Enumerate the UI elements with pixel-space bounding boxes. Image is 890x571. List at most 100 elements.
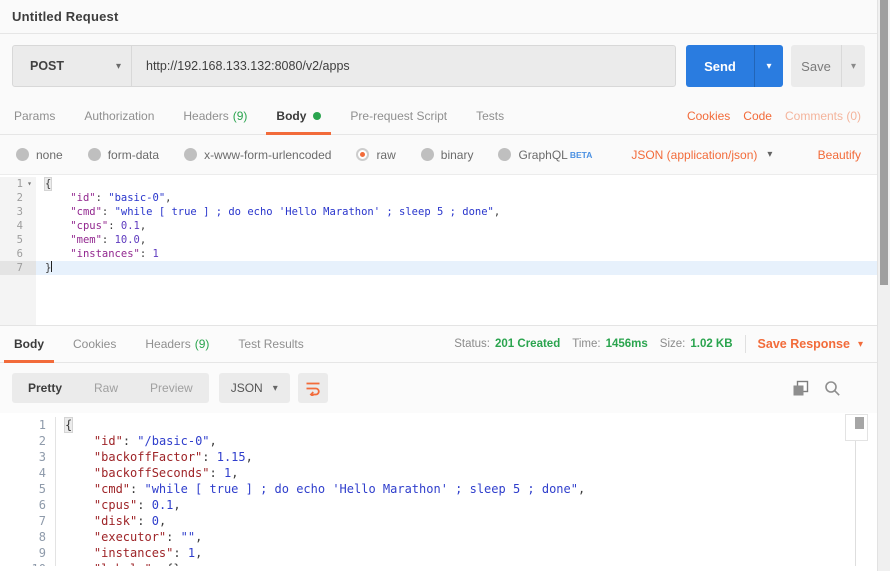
status-label: Status:	[454, 338, 490, 350]
beta-badge: BETA	[570, 150, 593, 160]
copy-button[interactable]	[792, 380, 809, 397]
radio-selected-dot	[360, 152, 365, 157]
body-content-dot-icon	[313, 112, 321, 120]
chevron-down-icon	[767, 149, 772, 160]
bodytype-graphql[interactable]: GraphQLBETA	[498, 148, 592, 162]
code-text: "backoffSeconds": 1,	[56, 465, 877, 481]
response-tab-headers[interactable]: Headers(9)	[135, 326, 219, 362]
search-icon	[824, 380, 841, 397]
wrap-text-button[interactable]	[298, 373, 328, 403]
tab-authorization[interactable]: Authorization	[74, 98, 164, 134]
tab-params[interactable]: Params	[4, 98, 65, 134]
window-scrollbar-thumb[interactable]	[880, 0, 888, 285]
code-text: "cmd": "while [ true ] ; do echo 'Hello …	[56, 481, 877, 497]
line-number: 2	[0, 191, 36, 205]
save-response-label: Save Response	[758, 337, 850, 351]
code-line: 4 "cpus": 0.1,	[0, 219, 877, 233]
bodytype-label-none: none	[36, 148, 63, 162]
url-input[interactable]: http://192.168.133.132:8080/v2/apps	[132, 46, 675, 86]
time-label: Time:	[572, 338, 600, 350]
view-preview[interactable]: Preview	[134, 373, 209, 403]
line-number: 9	[0, 545, 56, 561]
tab-body[interactable]: Body	[266, 98, 331, 134]
toolbar-icons	[792, 380, 865, 397]
bodytype-label-binary: binary	[441, 148, 474, 162]
body-type-options: none form-data x-www-form-urlencoded raw bin…	[16, 148, 617, 162]
code-text: "cmd": "while [ true ] ; do echo 'Hello …	[36, 205, 877, 219]
chevron-down-icon	[116, 61, 121, 72]
size-label: Size:	[660, 338, 686, 350]
radio-icon	[356, 148, 369, 161]
response-header: Body CookiesHeaders(9) Test Results Status…	[0, 326, 877, 363]
response-tab-test-results[interactable]: Test Results	[228, 326, 313, 362]
code-text: "cpus": 0.1,	[56, 497, 877, 513]
bodytype-label-form-data: form-data	[108, 148, 159, 162]
editor-gutter-filler	[0, 275, 877, 326]
response-tab-label-test-results: Test Results	[238, 337, 303, 351]
tab-pre-request-script[interactable]: Pre-request Script	[340, 98, 457, 134]
code-text: "id": "/basic-0",	[56, 433, 877, 449]
chevron-down-icon	[858, 339, 863, 350]
bodytype-binary[interactable]: binary	[421, 148, 474, 162]
request-body-editor[interactable]: 1▾{2 "id": "basic-0",3 "cmd": "while [ t…	[0, 175, 877, 326]
bodytype-x-www-form-urlencoded[interactable]: x-www-form-urlencoded	[184, 148, 331, 162]
code-line: 2 "id": "basic-0",	[0, 191, 877, 205]
method-select[interactable]: POST	[13, 46, 131, 86]
code-text: "instances": 1	[36, 247, 877, 261]
response-tab-label-headers: Headers	[145, 337, 190, 351]
radio-icon	[88, 148, 101, 161]
beautify-link[interactable]: Beautify	[818, 148, 861, 162]
bodytype-none[interactable]: none	[16, 148, 63, 162]
cookies-link[interactable]: Cookies	[687, 109, 730, 123]
line-number: 7	[0, 261, 36, 275]
code-text: "instances": 1,	[56, 545, 877, 561]
line-number: 4	[0, 219, 36, 233]
title-bar: Untitled Request	[0, 0, 877, 34]
tab-headers[interactable]: Headers (9)	[173, 98, 257, 134]
code-line: 6 "instances": 1	[0, 247, 877, 261]
line-number: 1	[0, 417, 56, 433]
comments-link[interactable]: Comments (0)	[785, 109, 861, 123]
code-line: 1▾{	[0, 177, 877, 191]
response-tab-cookies[interactable]: Cookies	[63, 326, 126, 362]
response-status-bar: Status: 201 Created Time: 1456ms Size: 1…	[454, 326, 877, 362]
headers-count-badge: (9)	[233, 109, 248, 123]
bodytype-form-data[interactable]: form-data	[88, 148, 159, 162]
fold-caret-icon[interactable]: ▾	[23, 177, 36, 191]
request-tabs-list: Params Authorization Headers (9) BodyPre-req…	[4, 98, 523, 134]
line-number: 10	[0, 561, 56, 566]
bodytype-raw[interactable]: raw	[356, 148, 395, 162]
view-raw[interactable]: Raw	[78, 373, 134, 403]
save-dropdown-button[interactable]	[841, 45, 865, 87]
save-response-button[interactable]: Save Response	[758, 337, 863, 351]
code-line: 5 "mem": 10.0,	[0, 233, 877, 247]
send-dropdown-button[interactable]	[754, 45, 783, 87]
response-tab-label-body: Body	[14, 337, 44, 351]
code-text: "executor": "",	[56, 529, 877, 545]
code-text: "mem": 10.0,	[36, 233, 877, 247]
save-button[interactable]: Save	[791, 45, 841, 87]
search-button[interactable]	[824, 380, 841, 397]
view-pretty[interactable]: Pretty	[12, 373, 78, 403]
send-button[interactable]: Send	[686, 45, 754, 87]
request-url-bar: POST http://192.168.133.132:8080/v2/apps…	[0, 34, 877, 98]
tab-label-params: Params	[14, 109, 55, 123]
size-value: 1.02 KB	[690, 338, 732, 350]
tab-label-headers: Headers	[183, 109, 228, 123]
code-text: "disk": 0,	[56, 513, 877, 529]
editor-scrollbar-thumb[interactable]	[855, 417, 864, 429]
response-view-toolbar: PrettyRawPreview JSON	[0, 363, 877, 413]
line-number: 8	[0, 529, 56, 545]
format-select[interactable]: JSON	[219, 373, 290, 403]
content-type-value: JSON (application/json)	[631, 148, 757, 162]
content-type-select[interactable]: JSON (application/json)	[631, 148, 772, 162]
response-tab-body[interactable]: Body	[4, 326, 54, 362]
divider	[745, 335, 746, 353]
code-text: "backoffFactor": 1.15,	[56, 449, 877, 465]
tab-tests[interactable]: Tests	[466, 98, 514, 134]
code-line: 2 "id": "/basic-0",	[0, 433, 877, 449]
code-link[interactable]: Code	[743, 109, 772, 123]
response-body-editor[interactable]: 1{2 "id": "/basic-0",3 "backoffFactor": …	[0, 413, 877, 566]
tab-label-authorization: Authorization	[84, 109, 154, 123]
line-number: 3	[0, 205, 36, 219]
